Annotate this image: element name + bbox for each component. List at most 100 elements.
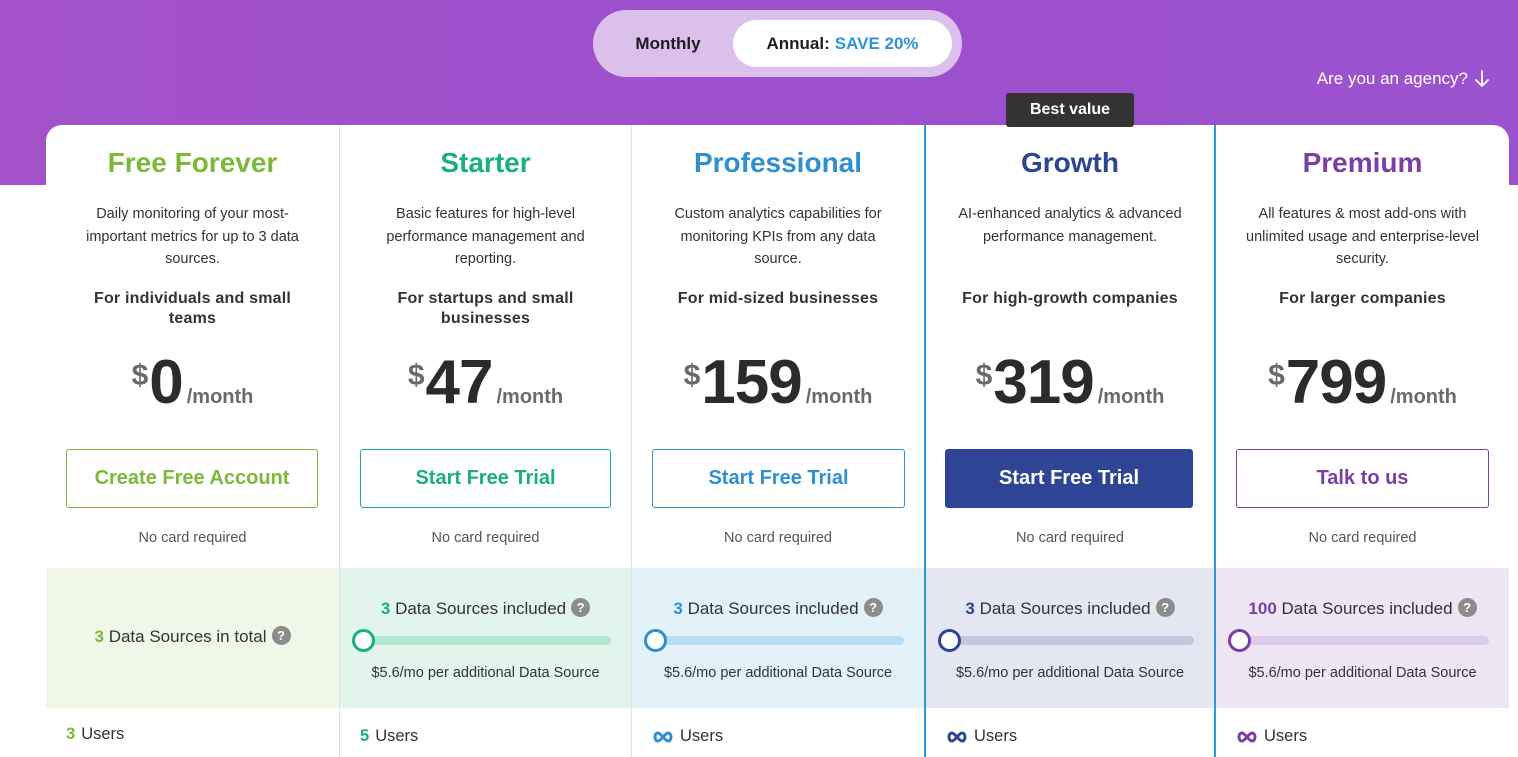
price-period: /month [1097, 386, 1165, 408]
best-value-badge: Best value [1006, 93, 1134, 127]
users-label: Users [81, 725, 125, 743]
price-period: /month [496, 386, 564, 408]
data-sources-line: 3 Data Sources included? [632, 598, 924, 619]
additional-source-price: $5.6/mo per additional Data Source [371, 665, 600, 681]
plan-description: Basic features for high-level performanc… [386, 206, 585, 267]
price-currency: $ [975, 359, 993, 392]
save-badge: SAVE 20% [834, 33, 919, 53]
price-period: /month [186, 386, 254, 408]
slider-thumb[interactable] [644, 629, 667, 652]
plan-name: Free Forever [107, 147, 278, 178]
price-amount: 799 [1285, 348, 1387, 417]
data-sources-count: 3 [380, 599, 391, 618]
plan-audience: For mid-sized businesses [677, 290, 879, 307]
price-amount: 159 [701, 348, 802, 417]
data-sources-line: 3 Data Sources included? [926, 598, 1214, 619]
data-sources-text: Data Sources in total [108, 627, 267, 646]
start-free-trial-button[interactable]: Start Free Trial [652, 449, 905, 508]
data-sources-section: 3 Data Sources in total? [46, 568, 339, 708]
help-icon[interactable]: ? [1155, 598, 1175, 617]
data-sources-text: Data Sources included [687, 599, 859, 618]
infinity-icon [947, 730, 967, 743]
help-icon[interactable]: ? [571, 598, 591, 617]
help-icon[interactable]: ? [1457, 598, 1477, 617]
no-card-note: No card required [1016, 530, 1124, 546]
data-sources-slider[interactable] [644, 629, 904, 652]
users-row: Users [1236, 727, 1307, 746]
plan-audience: For high-growth companies [962, 290, 1178, 307]
plan-name: Starter [440, 147, 531, 178]
data-sources-count: 100 [1248, 599, 1277, 618]
users-row: 3 Users [66, 725, 124, 744]
annual-label: Annual: [766, 33, 830, 53]
agency-link[interactable]: Are you an agency? [1317, 69, 1490, 89]
help-icon[interactable]: ? [863, 598, 883, 617]
data-sources-section: 3 Data Sources included? $5.6/mo per add… [632, 568, 924, 708]
data-sources-slider[interactable] [1228, 629, 1489, 652]
plan-card-premium: Premium All features & most add-ons with… [1216, 125, 1509, 757]
plan-name: Growth [1021, 147, 1119, 178]
data-sources-text: Data Sources included [395, 599, 567, 618]
users-count: 5 [360, 727, 370, 745]
arrow-down-icon [1475, 70, 1489, 87]
plan-audience: For larger companies [1279, 290, 1446, 307]
monthly-label: Monthly [635, 33, 701, 53]
plan-description: All features & most add-ons with unlimit… [1246, 206, 1479, 267]
price-currency: $ [407, 359, 425, 392]
additional-source-price: $5.6/mo per additional Data Source [663, 665, 893, 681]
slider-thumb[interactable] [938, 629, 961, 652]
users-label: Users [974, 727, 1018, 745]
plan-audience: For individuals and small teams [93, 290, 292, 327]
slider-thumb[interactable] [352, 629, 375, 652]
data-sources-text: Data Sources included [979, 599, 1151, 618]
plan-price: $ 47 /month [340, 347, 631, 418]
users-label: Users [680, 727, 724, 745]
users-row: 5 Users [360, 727, 418, 746]
create-free-account-button[interactable]: Create Free Account [66, 449, 318, 508]
data-sources-line: 3 Data Sources included? [340, 598, 631, 619]
start-free-trial-button[interactable]: Start Free Trial [360, 449, 611, 508]
users-count: 3 [66, 725, 76, 743]
no-card-note: No card required [724, 530, 832, 546]
slider-thumb[interactable] [1228, 629, 1251, 652]
no-card-note: No card required [138, 530, 247, 546]
plan-name: Professional [693, 147, 863, 178]
users-row: Users [652, 727, 723, 746]
data-sources-section: 3 Data Sources included? $5.6/mo per add… [340, 568, 631, 708]
price-period: /month [1390, 386, 1457, 408]
data-sources-line: 100 Data Sources included? [1216, 598, 1509, 619]
annual-option[interactable]: Annual: SAVE 20% [733, 20, 952, 67]
plan-name: Premium [1302, 147, 1423, 178]
monthly-option[interactable]: Monthly [603, 20, 733, 67]
plan-description: Custom analytics capabilities for monito… [674, 206, 882, 267]
plan-price: $ 0 /month [46, 347, 339, 418]
data-sources-slider[interactable] [938, 629, 1194, 652]
users-label: Users [1264, 727, 1308, 745]
infinity-icon [653, 730, 673, 743]
help-icon[interactable]: ? [271, 626, 291, 645]
talk-to-us-button[interactable]: Talk to us [1236, 449, 1489, 508]
users-label: Users [375, 727, 419, 745]
no-card-note: No card required [1308, 530, 1417, 546]
price-period: /month [805, 386, 873, 408]
data-sources-line: 3 Data Sources in total? [46, 626, 339, 647]
start-free-trial-button[interactable]: Start Free Trial [945, 449, 1193, 508]
pricing-cards: Free Forever Daily monitoring of your mo… [46, 125, 1509, 757]
data-sources-section: 100 Data Sources included? $5.6/mo per a… [1216, 568, 1509, 708]
data-sources-slider[interactable] [352, 629, 611, 652]
plan-audience: For startups and small businesses [397, 290, 574, 327]
price-currency: $ [1268, 359, 1285, 392]
price-currency: $ [131, 359, 149, 392]
additional-source-price: $5.6/mo per additional Data Source [955, 665, 1185, 681]
billing-toggle[interactable]: Monthly Annual: SAVE 20% [593, 10, 962, 77]
plan-card-growth: 3 Data Sources included? $5.6/mo per add… [924, 125, 1216, 757]
price-amount: 0 [149, 348, 183, 417]
plan-description: AI-enhanced analytics & advanced perform… [958, 206, 1182, 245]
data-sources-text: Data Sources included [1281, 599, 1453, 618]
data-sources-count: 3 [965, 599, 975, 618]
data-sources-section: 3 Data Sources included? $5.6/mo per add… [926, 568, 1214, 708]
plan-card-starter: Starter Basic features for high-level pe… [339, 125, 631, 757]
no-card-note: No card required [431, 530, 540, 546]
price-amount: 47 [425, 348, 494, 417]
plan-description: Daily monitoring of your most-important … [86, 206, 299, 267]
